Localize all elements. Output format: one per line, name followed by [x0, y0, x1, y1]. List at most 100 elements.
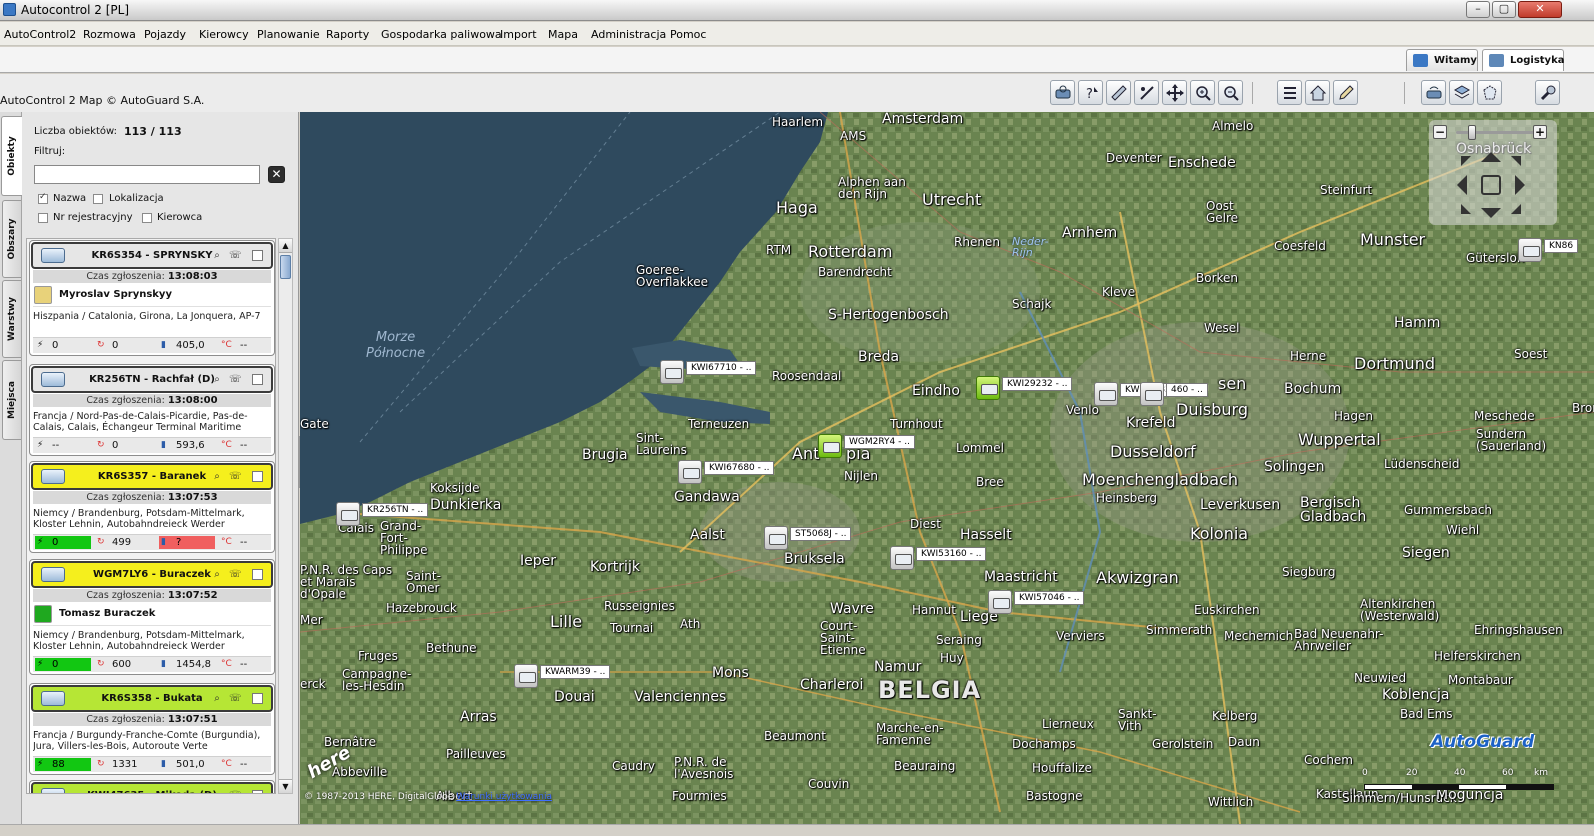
vehicle-card-header[interactable]: KR256TN - Rachfał (D) ⌕ ☏ [31, 366, 273, 393]
locate-icon[interactable]: ⌕ [211, 693, 223, 705]
menu-administracja[interactable]: Administracja [591, 28, 666, 41]
locate-icon[interactable]: ⌕ [211, 790, 223, 793]
vehicle-marker-label[interactable]: WGM2RY4 - .. [844, 435, 915, 449]
tracking-button[interactable] [1421, 80, 1446, 105]
phone-icon[interactable]: ☏ [229, 790, 242, 793]
vehicle-card-header[interactable]: KWI47635 - Mikoda (D)⌕☏ [31, 782, 273, 793]
truck-marker-icon[interactable] [976, 376, 1000, 400]
pan-left-icon[interactable] [1457, 175, 1467, 195]
settings-button[interactable] [1535, 80, 1560, 105]
edit-button[interactable] [1333, 80, 1358, 105]
vehicle-card[interactable]: KR6S354 - SPRYNSKY ⌕ ☏ Czas zgłoszenia: 13:… [29, 240, 275, 356]
measure-tool-button[interactable] [1106, 80, 1131, 105]
tab-witamy[interactable]: Witamy [1406, 49, 1478, 71]
pan-down-right-icon[interactable] [1511, 204, 1521, 214]
vehicle-card-header[interactable]: KR6S358 - Bukata ⌕ ☏ [31, 685, 273, 712]
zoom-out-button[interactable] [1218, 80, 1243, 105]
tab-obszary[interactable]: Obszary [2, 200, 21, 278]
truck-marker-icon[interactable] [1140, 382, 1164, 406]
menu-raporty[interactable]: Raporty [326, 28, 369, 41]
scroll-down-icon[interactable]: ▼ [279, 779, 292, 793]
vehicle-select-checkbox[interactable] [252, 693, 263, 704]
info-tool-button[interactable]: ? [1078, 80, 1103, 105]
vehicle-marker-label[interactable]: KWI29232 - .. [1002, 377, 1073, 391]
vehicle-marker-label[interactable]: KWI67710 - .. [686, 361, 757, 375]
scroll-thumb[interactable] [280, 255, 291, 279]
truck-marker-icon[interactable] [1518, 238, 1542, 262]
maximize-button[interactable]: ▢ [1492, 1, 1516, 18]
menu-autocontrol2[interactable]: AutoControl2 [4, 28, 76, 41]
vehicle-marker-label[interactable]: KR256TN - .. [362, 503, 429, 517]
pan-up-right-icon[interactable] [1511, 156, 1521, 166]
menu-gospodarka-paliwowa[interactable]: Gospodarka paliwowa [381, 28, 502, 41]
list-view-button[interactable] [1277, 80, 1302, 105]
locate-icon[interactable]: ⌕ [211, 374, 223, 386]
pan-tool-button[interactable] [1162, 80, 1187, 105]
vehicle-card[interactable]: WGM7LY6 - Buraczek ⌕ ☏ Czas zgłoszenia: 13:… [29, 559, 275, 675]
truck-marker-icon[interactable] [514, 664, 538, 688]
menu-pojazdy[interactable]: Pojazdy [144, 28, 186, 41]
vehicle-marker-label[interactable]: KWI67680 - .. [704, 461, 775, 475]
tab-logistyka[interactable]: Logistyka [1482, 49, 1564, 71]
phone-icon[interactable]: ☏ [229, 374, 242, 386]
minimize-button[interactable]: – [1466, 1, 1490, 18]
vehicle-list-scrollbar[interactable]: ▲ ▼ [278, 238, 293, 794]
center-vehicles-button[interactable] [1050, 80, 1075, 105]
zoom-slider-thumb[interactable] [1468, 125, 1476, 140]
vehicle-select-checkbox[interactable] [252, 569, 263, 580]
vehicle-select-checkbox[interactable] [252, 250, 263, 261]
menu-import[interactable]: Import [500, 28, 537, 41]
tab-warstwy[interactable]: Warstwy [2, 280, 21, 358]
vehicle-marker-label[interactable]: ST5068J - .. [790, 527, 852, 541]
vehicle-marker-label[interactable]: KWARM39 - .. [540, 665, 611, 679]
vehicle-marker-label[interactable]: KN86 [1544, 239, 1579, 253]
pan-up-left-icon[interactable] [1461, 156, 1471, 166]
phone-icon[interactable]: ☏ [229, 569, 242, 581]
menu-kierowcy[interactable]: Kierowcy [199, 28, 249, 41]
vehicle-card[interactable]: KR6S357 - Baranek ⌕ ☏ Czas zgłoszenia: 13:0… [29, 461, 275, 553]
menu-pomoc[interactable]: Pomoc [670, 28, 706, 41]
vehicle-card[interactable]: KR256TN - Rachfał (D) ⌕ ☏ Czas zgłoszenia: … [29, 364, 275, 456]
locate-icon[interactable]: ⌕ [211, 250, 223, 262]
truck-marker-icon[interactable] [660, 360, 684, 384]
zoom-in-button[interactable] [1190, 80, 1215, 105]
locate-icon[interactable]: ⌕ [211, 471, 223, 483]
menu-mapa[interactable]: Mapa [548, 28, 578, 41]
phone-icon[interactable]: ☏ [229, 250, 242, 262]
area-select-button[interactable] [1477, 80, 1502, 105]
pan-down-left-icon[interactable] [1461, 204, 1471, 214]
terms-link[interactable]: Warunki użytkowania [456, 792, 552, 802]
vehicle-card-header[interactable]: WGM7LY6 - Buraczek ⌕ ☏ [31, 561, 273, 588]
close-button[interactable]: ✕ [1518, 1, 1562, 18]
filter-input[interactable] [34, 165, 260, 184]
truck-marker-icon[interactable] [890, 546, 914, 570]
vehicle-marker-label[interactable]: 460 - .. [1166, 383, 1208, 397]
truck-marker-icon[interactable] [1094, 382, 1118, 406]
map-view[interactable]: Haarlem Amsterdam AMS Almelo Deventer Ensched… [300, 112, 1594, 824]
home-view-button[interactable] [1305, 80, 1330, 105]
map-zoom-in-button[interactable]: + [1533, 125, 1547, 139]
menu-planowanie[interactable]: Planowanie [257, 28, 320, 41]
vehicle-card-header[interactable]: KR6S354 - SPRYNSKY ⌕ ☏ [31, 242, 273, 269]
pan-up-icon[interactable] [1481, 152, 1501, 162]
locate-icon[interactable]: ⌕ [211, 569, 223, 581]
truck-marker-icon[interactable] [988, 590, 1012, 614]
truck-marker-icon[interactable] [336, 502, 360, 526]
phone-icon[interactable]: ☏ [229, 693, 242, 705]
filter-option-lokalizacja-checkbox[interactable] [93, 194, 103, 204]
truck-marker-icon[interactable] [764, 526, 788, 550]
layers-button[interactable] [1449, 80, 1474, 105]
truck-marker-icon[interactable] [678, 460, 702, 484]
vehicle-marker-label[interactable]: KWI53160 - .. [916, 547, 987, 561]
route-tool-button[interactable] [1134, 80, 1159, 105]
filter-option-nazwa-checkbox[interactable] [38, 192, 48, 204]
vehicle-card-header[interactable]: KR6S357 - Baranek ⌕ ☏ [31, 463, 273, 490]
vehicle-select-checkbox[interactable] [252, 374, 263, 385]
center-map-icon[interactable] [1481, 175, 1501, 195]
clear-filter-button[interactable]: ✕ [268, 166, 285, 183]
scroll-up-icon[interactable]: ▲ [279, 239, 292, 253]
truck-marker-icon[interactable] [818, 434, 842, 458]
vehicle-marker-label[interactable]: KWI57046 - .. [1014, 591, 1085, 605]
phone-icon[interactable]: ☏ [229, 471, 242, 483]
tab-obiekty[interactable]: Obiekty [1, 116, 22, 196]
